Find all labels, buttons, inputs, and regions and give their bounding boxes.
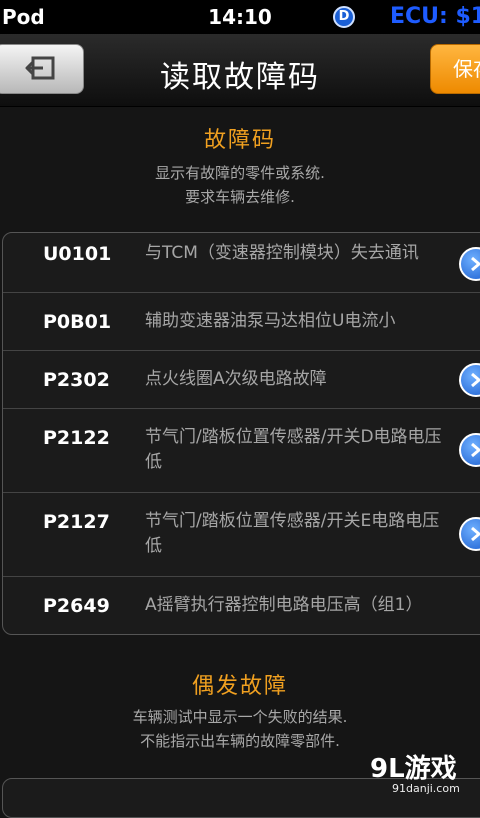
- fault-row[interactable]: U0101 与TCM（变速器控制模块）失去通讯: [3, 233, 480, 293]
- detail-disclosure-icon[interactable]: [459, 247, 480, 281]
- fault-desc: 节气门/踏板位置传感器/开关E电路电压低: [145, 511, 440, 556]
- intermittent-section-title: 偶发故障: [191, 674, 288, 699]
- fault-desc: 节气门/踏板位置传感器/开关D电路电压低: [145, 427, 442, 472]
- status-bar: Pod 14:10 D ECU: $1: [0, 0, 480, 34]
- fault-section-desc-2: 要求车辆去维修.: [185, 188, 295, 206]
- fault-row[interactable]: P2302 点火线圈A次级电路故障: [3, 351, 480, 409]
- fault-desc: A摇臂执行器控制电路电压高（组1）: [145, 595, 423, 615]
- fault-row[interactable]: P2649 A摇臂执行器控制电路电压高（组1）: [3, 577, 480, 634]
- fault-row[interactable]: P2127 节气门/踏板位置传感器/开关E电路电压低: [3, 493, 480, 577]
- detail-disclosure-icon[interactable]: [459, 517, 480, 551]
- intermittent-section-desc-1: 车辆测试中显示一个失败的结果.: [132, 708, 348, 726]
- nav-bar: 读取故障码 保存: [0, 34, 480, 107]
- fault-code-list: U0101 与TCM（变速器控制模块）失去通讯 P0B01 辅助变速器油泵马达相…: [2, 232, 480, 635]
- fault-desc: 与TCM（变速器控制模块）失去通讯: [145, 243, 419, 263]
- ecu-label: ECU: $1: [390, 4, 480, 29]
- fault-row[interactable]: P0B01 辅助变速器油泵马达相位U电流小: [3, 293, 480, 351]
- fault-code: P2127: [43, 511, 110, 533]
- fault-section-title: 故障码: [203, 128, 276, 153]
- fault-code: P0B01: [43, 311, 112, 333]
- fault-code: P2649: [43, 595, 110, 617]
- fault-code: P2122: [43, 427, 110, 449]
- page-title: 读取故障码: [160, 60, 320, 95]
- fault-code: U0101: [43, 243, 112, 265]
- fault-section-desc-1: 显示有故障的零件或系统.: [155, 164, 325, 182]
- fault-desc: 辅助变速器油泵马达相位U电流小: [145, 311, 396, 331]
- fault-desc: 点火线圈A次级电路故障: [145, 369, 327, 389]
- watermark: 9L游戏 91danji.com: [370, 748, 480, 800]
- detail-disclosure-icon[interactable]: [459, 363, 480, 397]
- watermark-logo: 9L游戏: [370, 754, 457, 784]
- watermark-url: 91danji.com: [392, 782, 460, 795]
- detail-disclosure-icon[interactable]: [459, 433, 480, 467]
- fault-code: P2302: [43, 369, 110, 391]
- device-badge-icon: D: [333, 6, 355, 28]
- save-button[interactable]: 保存: [430, 44, 480, 94]
- fault-row[interactable]: P2122 节气门/踏板位置传感器/开关D电路电压低: [3, 409, 480, 493]
